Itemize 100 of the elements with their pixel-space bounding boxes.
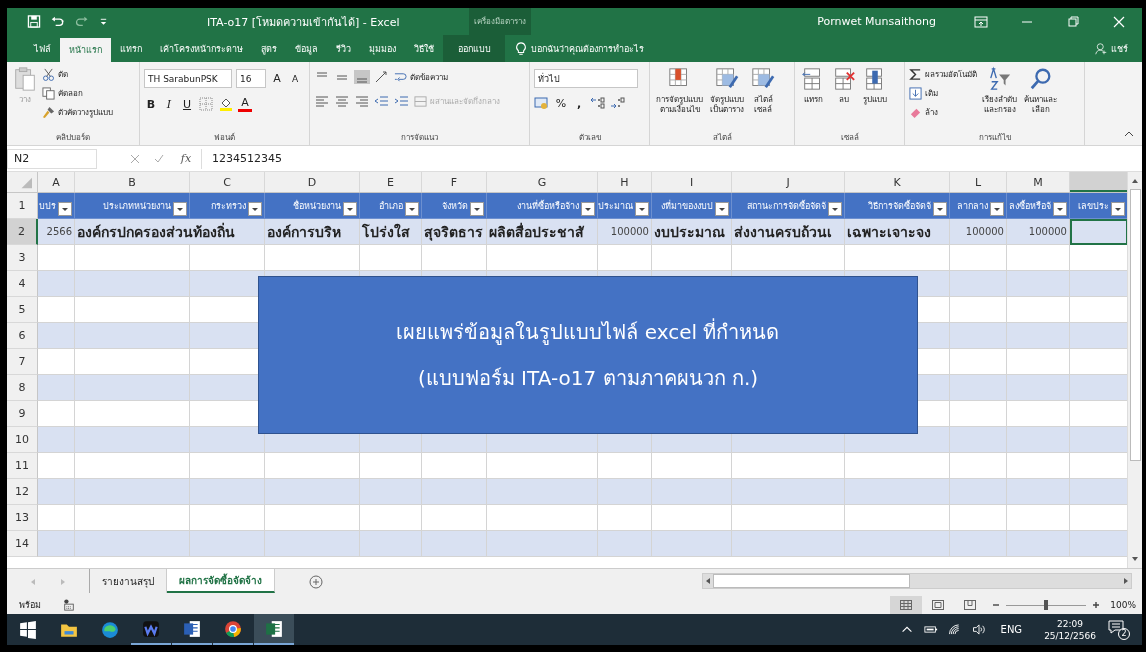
wrap-text-button[interactable]: ตัดข้อความ (394, 69, 448, 85)
row-header[interactable]: 13 (7, 505, 38, 531)
insert-function-button[interactable]: fx (171, 152, 201, 165)
zoom-in-icon[interactable] (1092, 601, 1101, 609)
battery-icon[interactable] (923, 624, 938, 635)
volume-icon[interactable] (971, 624, 986, 635)
cells-button[interactable]: แทรก (799, 66, 827, 131)
ribbon-tab[interactable]: สูตร (252, 35, 286, 62)
ribbon-tab[interactable]: ไฟล์ (25, 35, 60, 62)
row-header[interactable]: 1 (7, 193, 38, 219)
ribbon-tab[interactable]: แทรก (111, 35, 151, 62)
tray-caret-icon[interactable] (899, 624, 914, 635)
italic-button[interactable]: I (162, 97, 176, 111)
name-box[interactable]: N2 (7, 148, 97, 169)
ribbon-tab[interactable]: ข้อมูล (286, 35, 327, 62)
close-icon[interactable] (1112, 15, 1126, 28)
filter-dropdown-icon[interactable] (343, 202, 357, 216)
filter-dropdown-icon[interactable] (405, 202, 419, 216)
filter-dropdown-icon[interactable] (1111, 202, 1125, 216)
filter-dropdown-icon[interactable] (990, 202, 1004, 216)
row-header[interactable]: 10 (7, 427, 38, 453)
number-format-field[interactable]: ทั่วไป (534, 69, 638, 88)
filter-dropdown-icon[interactable] (581, 202, 595, 216)
redo-icon[interactable] (75, 15, 89, 28)
column-header[interactable]: F (422, 172, 487, 192)
column-header[interactable]: L (950, 172, 1007, 192)
bold-button[interactable]: B (144, 97, 158, 111)
autosum-button[interactable]: ผลรวมอัตโนมัติ (909, 66, 977, 82)
ribbon-tab[interactable]: ออกแบบ (443, 35, 505, 62)
filter-dropdown-icon[interactable] (933, 202, 947, 216)
scrollbar-thumb[interactable] (1129, 189, 1141, 461)
font-size-field[interactable]: 16 (236, 69, 266, 88)
add-sheet-icon[interactable] (309, 575, 323, 589)
ribbon-tab[interactable]: หน้าแรก (60, 38, 111, 62)
orientation-icon[interactable] (374, 70, 390, 84)
zoom-level[interactable]: 100% (1110, 600, 1136, 610)
column-header[interactable]: D (265, 172, 360, 192)
filter-dropdown-icon[interactable] (58, 202, 72, 216)
filter-dropdown-icon[interactable] (635, 202, 649, 216)
row-header[interactable]: 3 (7, 245, 38, 271)
cells-button[interactable]: รูปแบบ (861, 66, 889, 131)
row-header[interactable]: 14 (7, 531, 38, 557)
row-header[interactable]: 8 (7, 375, 38, 401)
increase-decimal-icon[interactable] (590, 96, 606, 110)
share-button[interactable]: แชร์ (1095, 35, 1128, 62)
row-header[interactable]: 12 (7, 479, 38, 505)
decrease-decimal-icon[interactable] (610, 96, 626, 110)
cells-button[interactable]: ลบ (830, 66, 858, 131)
filter-dropdown-icon[interactable] (470, 202, 484, 216)
grow-font-button[interactable]: A (270, 72, 284, 85)
scrollbar-thumb[interactable] (713, 574, 910, 588)
underline-button[interactable]: U (180, 97, 194, 111)
column-header[interactable]: C (190, 172, 265, 192)
row-header[interactable]: 7 (7, 349, 38, 375)
row-header[interactable]: 9 (7, 401, 38, 427)
column-header[interactable] (1070, 172, 1127, 192)
column-header[interactable]: K (845, 172, 950, 192)
font-name-field[interactable]: TH SarabunPSK (144, 69, 232, 88)
taskbar-button[interactable] (254, 614, 294, 645)
restore-icon[interactable] (1066, 15, 1080, 28)
filter-dropdown-icon[interactable] (828, 202, 842, 216)
undo-icon[interactable] (51, 15, 65, 28)
styles-button[interactable]: สไตล์ เซลล์ (749, 66, 777, 131)
column-header[interactable]: H (598, 172, 652, 192)
input-language[interactable]: ENG (1000, 624, 1023, 635)
copy-button[interactable]: คัดลอก (42, 85, 113, 101)
format-painter-button[interactable]: ตัวคัดวางรูปแบบ (42, 104, 113, 120)
zoom-out-icon[interactable] (992, 601, 1001, 609)
cut-button[interactable]: ตัด (42, 66, 113, 82)
clock[interactable]: 22:09 25/12/2566 (1044, 617, 1096, 642)
notification-button[interactable]: 2 (1108, 619, 1130, 640)
percent-button[interactable]: % (554, 96, 568, 110)
column-header[interactable]: I (652, 172, 732, 192)
ribbon-display-icon[interactable] (974, 15, 988, 28)
ribbon-tab[interactable]: เค้าโครงหน้ากระดาษ (151, 35, 252, 62)
column-header[interactable]: E (360, 172, 422, 192)
comma-button[interactable]: , (572, 96, 586, 110)
fill-color-icon[interactable] (218, 97, 234, 111)
collapse-ribbon-icon[interactable] (1124, 131, 1134, 137)
row-header[interactable]: 4 (7, 271, 38, 297)
column-header[interactable]: B (75, 172, 190, 192)
formula-field[interactable]: 1234512345 (201, 148, 1142, 169)
filter-dropdown-icon[interactable] (248, 202, 262, 216)
sheet-tab[interactable]: ผลการจัดซื้อจัดจ้าง (167, 569, 275, 593)
row-header[interactable]: 6 (7, 323, 38, 349)
macro-record-icon[interactable] (63, 599, 75, 611)
zoom-slider[interactable] (1044, 599, 1049, 610)
ribbon-tab[interactable]: รีวิว (327, 35, 360, 62)
find-select-button[interactable]: ค้นหาและ เลือก (1022, 66, 1059, 131)
fill-button[interactable]: เติม (909, 85, 977, 101)
font-color-button[interactable]: A (238, 96, 252, 112)
filter-dropdown-icon[interactable] (173, 202, 187, 216)
filter-dropdown-icon[interactable] (715, 202, 729, 216)
filter-dropdown-icon[interactable] (1053, 202, 1067, 216)
shrink-font-button[interactable]: A (288, 73, 302, 84)
row-header[interactable]: 5 (7, 297, 38, 323)
column-header[interactable]: A (38, 172, 75, 192)
user-name[interactable]: Pornwet Munsaithong (817, 15, 936, 28)
view-icon[interactable] (890, 596, 923, 614)
clear-button[interactable]: ล้าง (909, 104, 977, 120)
